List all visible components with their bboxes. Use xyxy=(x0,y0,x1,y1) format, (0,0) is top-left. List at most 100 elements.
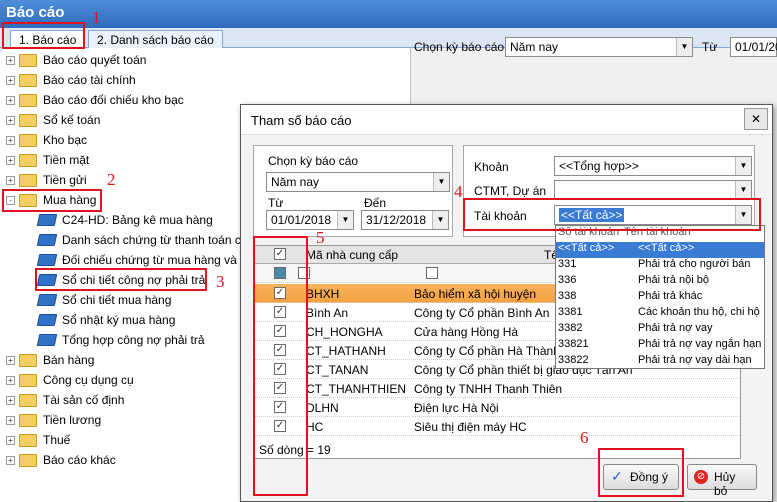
tree-item[interactable]: + Báo cáo đối chiếu kho bạc xyxy=(6,90,184,110)
cancel-button[interactable]: ⊘ Hủy bỏ xyxy=(687,464,757,498)
step-number-1: 1 xyxy=(92,8,101,27)
tree-item-label: Báo cáo khác xyxy=(43,453,116,467)
chevron-down-icon: ▼ xyxy=(337,211,353,229)
dialog-from-date[interactable]: 01/01/2018 ▼ xyxy=(266,210,354,230)
highlight-box-1 xyxy=(2,22,85,49)
tree-item[interactable]: C24-HD: Bảng kê mua hàng xyxy=(36,210,213,230)
folder-icon xyxy=(19,153,37,167)
dropdown-option[interactable]: 33822 Phải trả nợ vay dài hạn xyxy=(556,354,764,370)
supplier-code-cell: CT_TANAN xyxy=(306,363,369,377)
supplier-name-cell: Công ty Cổ phần Bình An xyxy=(414,306,550,320)
period-label: Chọn kỳ báo cáo xyxy=(414,40,505,54)
account-code: 3382 xyxy=(558,322,583,334)
supplier-name-cell: Công ty TNHH Thanh Thiên xyxy=(414,382,563,396)
supplier-name-cell: Cửa hàng Hồng Hà xyxy=(414,325,519,339)
tree-item[interactable]: + Báo cáo quyết toán xyxy=(6,50,146,70)
dropdown-option[interactable]: 3381 Các khoản thu hộ, chi hộ xyxy=(556,306,764,322)
tree-item-label: Đối chiếu chứng từ mua hàng và chứ xyxy=(62,253,261,267)
account-code: <<Tất cả>> xyxy=(558,242,615,254)
account-code: 331 xyxy=(558,258,577,270)
tree-item[interactable]: + Tài sản cố định xyxy=(6,390,124,410)
expand-icon[interactable]: + xyxy=(6,455,15,465)
expand-icon[interactable]: + xyxy=(6,435,15,445)
tab-danh-sach-bao-cao[interactable]: 2. Danh sách báo cáo xyxy=(88,30,223,48)
tree-item[interactable]: + Tiền lương xyxy=(6,410,101,430)
tree-item-label: Tiền gửi xyxy=(43,173,87,187)
expand-icon[interactable]: + xyxy=(6,155,15,165)
report-book-icon xyxy=(36,234,58,246)
supplier-code-cell: CH_HONGHA xyxy=(306,325,383,339)
folder-icon xyxy=(19,373,37,387)
tree-item[interactable]: Đối chiếu chứng từ mua hàng và chứ xyxy=(36,250,261,270)
tree-item-label: Tài sản cố định xyxy=(43,393,125,407)
tree-item[interactable]: + Tiền mặt xyxy=(6,150,89,170)
account-name: Phải trả nợ vay xyxy=(638,322,713,334)
khoan-select[interactable]: <<Tổng hợp>> ▼ xyxy=(554,156,752,176)
tree-item[interactable]: + Báo cáo tài chính xyxy=(6,70,136,90)
from-date-field[interactable]: 01/01/20 xyxy=(730,37,777,57)
ctmt-select[interactable]: ▼ xyxy=(554,180,752,200)
tree-item-label: C24-HD: Bảng kê mua hàng xyxy=(62,213,213,227)
expand-icon[interactable]: + xyxy=(6,135,15,145)
tree-item[interactable]: + Công cụ dụng cụ xyxy=(6,370,134,390)
period-select[interactable]: Năm nay ▼ xyxy=(505,37,693,57)
dropdown-option[interactable]: 331 Phải trả cho người bán xyxy=(556,258,764,274)
tree-item-label: Tiền mặt xyxy=(43,153,90,167)
period-panel: Chọn kỳ báo cáo Năm nay ▼ Từ Đến 01/01/20… xyxy=(253,145,453,237)
account-name: Phải trả nội bộ xyxy=(638,274,709,286)
expand-icon[interactable]: + xyxy=(6,395,15,405)
tree-item[interactable]: + Sổ kế toán xyxy=(6,110,100,130)
highlight-box-3 xyxy=(35,268,207,291)
expand-icon[interactable]: + xyxy=(6,175,15,185)
tree-item-label: Sổ chi tiết mua hàng xyxy=(62,293,172,307)
step-number-5: 5 xyxy=(316,228,325,247)
ctmt-label: CTMT, Dự án xyxy=(474,184,547,198)
table-row[interactable]: ✓ CT_THANHTHIEN Công ty TNHH Thanh Thiên xyxy=(254,379,740,398)
tree-item-label: Công cụ dụng cụ xyxy=(43,373,134,387)
account-name: <<Tất cả>> xyxy=(638,242,695,254)
tree-item[interactable]: + Bán hàng xyxy=(6,350,94,370)
supplier-name-cell: Công ty Cổ phần Hà Thành xyxy=(414,344,560,358)
expand-icon[interactable]: + xyxy=(6,115,15,125)
step-number-3: 3 xyxy=(216,272,225,291)
expand-icon[interactable]: + xyxy=(6,415,15,425)
tree-item[interactable]: Danh sách chứng từ thanh toán chưa xyxy=(36,230,262,250)
tree-item-label: Kho bạc xyxy=(43,133,88,147)
expand-icon[interactable]: + xyxy=(6,75,15,85)
code-column-header: Mã nhà cung cấp xyxy=(306,248,399,262)
dialog-period-select[interactable]: Năm nay ▼ xyxy=(266,172,450,192)
expand-icon[interactable]: + xyxy=(6,95,15,105)
dialog-to-date[interactable]: 31/12/2018 ▼ xyxy=(361,210,449,230)
dropdown-option[interactable]: <<Tất cả>> <<Tất cả>> xyxy=(556,242,764,258)
tree-item[interactable]: Tổng hợp công nợ phải trả xyxy=(36,330,205,350)
tree-item-label: Tổng hợp công nợ phải trả xyxy=(62,333,205,347)
table-row[interactable]: ✓ DLHN Điện lực Hà Nội xyxy=(254,398,740,417)
filter-icon[interactable] xyxy=(426,267,438,279)
tree-item[interactable]: + Thuế xyxy=(6,430,70,450)
tree-item[interactable]: + Tiền gửi xyxy=(6,170,87,190)
supplier-code-cell: BHXH xyxy=(306,287,340,301)
step-number-4: 4 xyxy=(454,182,463,201)
expand-icon[interactable]: + xyxy=(6,355,15,365)
expand-icon[interactable]: + xyxy=(6,375,15,385)
tree-item-label: Báo cáo đối chiếu kho bạc xyxy=(43,93,184,107)
account-dropdown-list: Số tài khoản Tên tài khoản <<Tất cả>> <<T… xyxy=(555,225,765,369)
tree-item-label: Sổ nhật ký mua hàng xyxy=(62,313,176,327)
folder-icon xyxy=(19,93,37,107)
expand-icon[interactable]: + xyxy=(6,55,15,65)
dropdown-option[interactable]: 338 Phải trả khác xyxy=(556,290,764,306)
close-icon[interactable]: ✕ xyxy=(744,108,768,130)
dialog-to-label: Đến xyxy=(364,196,387,210)
folder-icon xyxy=(19,133,37,147)
tree-item-label: Thuế xyxy=(43,433,71,447)
dropdown-option[interactable]: 33821 Phải trả nợ vay ngắn hạn xyxy=(556,338,764,354)
account-code: 33822 xyxy=(558,354,589,366)
dialog-from-label: Từ xyxy=(268,196,284,210)
tree-item[interactable]: Sổ nhật ký mua hàng xyxy=(36,310,176,330)
tree-item[interactable]: Sổ chi tiết mua hàng xyxy=(36,290,172,310)
dropdown-option[interactable]: 3382 Phải trả nợ vay xyxy=(556,322,764,338)
dropdown-option[interactable]: 336 Phải trả nội bộ xyxy=(556,274,764,290)
tree-item[interactable]: + Kho bạc xyxy=(6,130,87,150)
tree-item[interactable]: + Báo cáo khác xyxy=(6,450,116,470)
table-row[interactable]: ✓ HC Siêu thị điện máy HC xyxy=(254,417,740,436)
